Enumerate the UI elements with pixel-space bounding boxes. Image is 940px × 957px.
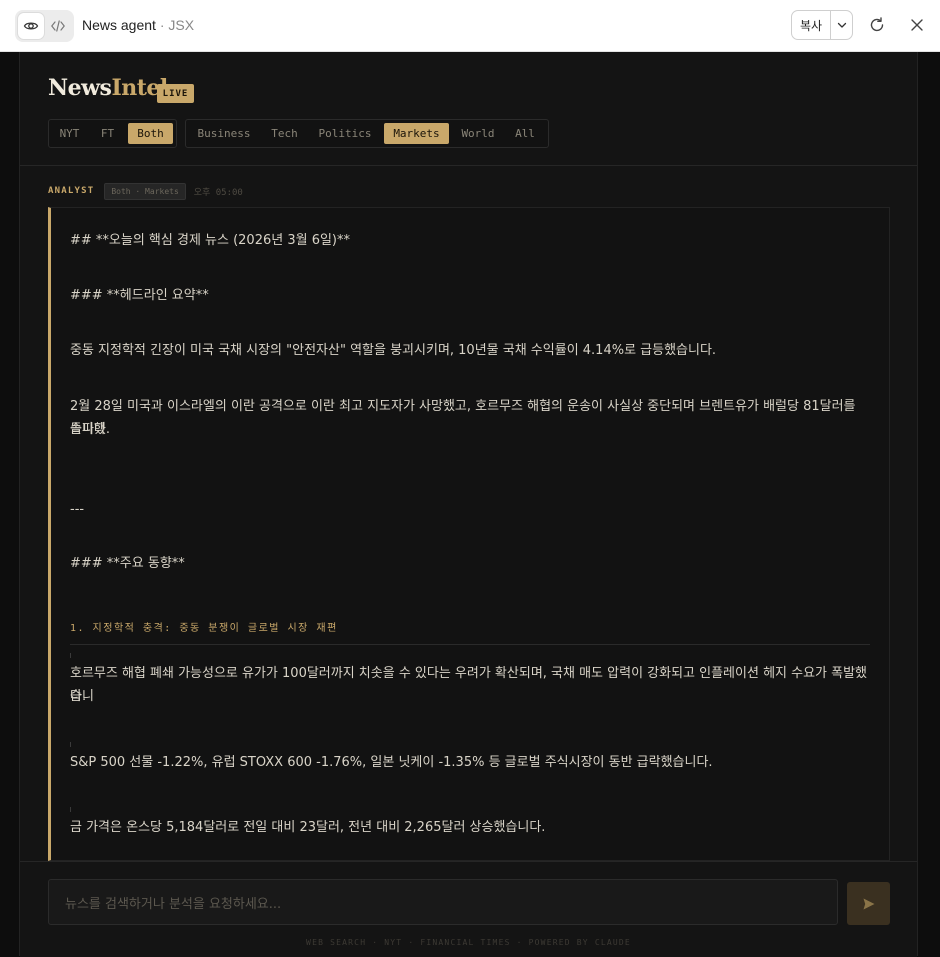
copy-button[interactable]: 복사 [792,11,831,39]
live-badge: LIVE [157,84,194,103]
search-input[interactable]: 뉴스를 검색하거나 분석을 요청하세요... [48,879,838,925]
copy-options-dropdown[interactable] [831,11,852,39]
eye-icon [23,22,39,30]
message-author: ANALYST [48,186,95,196]
code-icon [51,20,65,32]
bullet-marker [70,653,71,658]
section-heading-1: 1. 지정학적 충격: 중동 분쟁이 글로벌 시장 재편 [70,623,338,634]
refresh-icon [870,17,884,32]
refresh-button[interactable] [866,14,888,36]
bullet-1b: 다. [70,689,87,704]
trends-heading: ### **주요 동향** [70,556,185,571]
view-toggle [15,10,74,42]
source-option-both[interactable]: Both [128,123,173,144]
preview-button[interactable] [18,13,44,39]
artifact-type: JSX [168,17,195,33]
artifact-toolbar: News agent · JSX 복사 [0,0,940,52]
brand-logo: NewsIntel [48,75,168,101]
report-title: ## **오늘의 핵심 경제 뉴스 (2026년 3월 6일)** [70,233,351,248]
category-option-world[interactable]: World [454,123,502,144]
section-rule [70,644,870,645]
message-time: 오후 05:00 [193,187,243,198]
source-option-nyt[interactable]: NYT [52,123,87,144]
divider-text: --- [70,502,85,517]
category-filter: Business Tech Politics Markets World All [185,119,549,148]
category-option-politics[interactable]: Politics [311,123,379,144]
source-filter: NYT FT Both [48,119,177,148]
copy-button-group: 복사 [791,10,853,40]
headline-paragraph-2b: 습니다. [70,422,111,437]
category-option-tech[interactable]: Tech [262,123,307,144]
artifact-title: News agent · JSX [82,17,195,33]
code-view-button[interactable] [45,13,71,39]
app-header: NewsIntel LIVE NYT FT Both Business Tech… [20,52,917,166]
category-option-business[interactable]: Business [190,123,258,144]
close-button[interactable] [906,14,928,36]
message-tag: Both · Markets [104,182,186,200]
bullet-3: 금 가격은 온스당 5,184달러로 전일 대비 23달러, 전년 대비 2,2… [70,820,546,835]
send-button[interactable] [847,882,890,925]
source-option-ft[interactable]: FT [91,123,124,144]
credits-footer: WEB SEARCH · NYT · FINANCIAL TIMES · POW… [306,938,631,947]
send-icon [863,898,874,909]
artifact-name: News agent [82,17,156,33]
bullet-2: S&P 500 선물 -1.22%, 유럽 STOXX 600 -1.76%, … [70,755,713,770]
headline-paragraph-1: 중동 지정학적 긴장이 미국 국채 시장의 "안전자산" 역할을 붕괴시키며, … [70,343,717,358]
chevron-down-icon [837,22,846,28]
close-icon [911,19,923,31]
news-intel-app: NewsIntel LIVE NYT FT Both Business Tech… [19,52,918,957]
category-option-markets[interactable]: Markets [384,123,449,144]
headline-heading: ### **헤드라인 요약** [70,288,209,303]
category-option-all[interactable]: All [506,123,544,144]
composer: 뉴스를 검색하거나 분석을 요청하세요... WEB SEARCH · NYT … [20,861,917,957]
bullet-marker [70,807,71,812]
message-meta: ANALYST Both · Markets 오후 05:00 [48,182,243,200]
analyst-message: ## **오늘의 핵심 경제 뉴스 (2026년 3월 6일)** ### **… [48,207,890,861]
bullet-marker [70,742,71,747]
